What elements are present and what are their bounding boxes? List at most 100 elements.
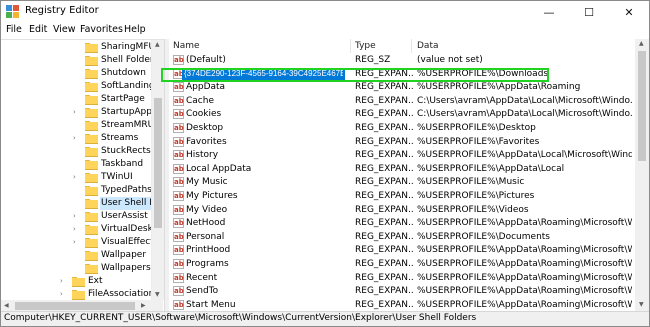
tree-item[interactable]: › StartupAppro xyxy=(1,106,161,119)
list-scroll-thumb[interactable] xyxy=(638,51,646,161)
tree-item-label: TypedPaths xyxy=(101,185,152,195)
tree-item[interactable]: Wallpaper xyxy=(1,249,151,262)
expand-chevron-icon[interactable]: › xyxy=(73,132,76,145)
value-row[interactable]: ab SendTo REG_EXPAN... %USERPROFILE%\AppDat… xyxy=(169,285,634,298)
tree-item[interactable]: › UserAssist xyxy=(1,210,151,223)
scroll-left-arrow-icon[interactable]: ◀ xyxy=(4,302,9,309)
list-vertical-scrollbar[interactable]: ▲ ▼ xyxy=(635,39,649,311)
column-divider[interactable] xyxy=(350,39,351,53)
value-row[interactable]: ab My Music REG_EXPAN... %USERPROFILE%\Musi… xyxy=(169,176,634,189)
expand-chevron-icon[interactable]: › xyxy=(73,210,76,223)
string-value-icon: ab xyxy=(173,150,184,161)
value-row[interactable]: ab AppData REG_EXPAN... %USERPROFILE%\AppDa… xyxy=(169,81,634,94)
scroll-down-arrow-icon[interactable]: ▼ xyxy=(639,301,644,308)
value-name: Desktop xyxy=(186,123,224,133)
menu-favorites[interactable]: Favorites xyxy=(80,24,123,35)
column-divider[interactable] xyxy=(411,39,412,53)
close-button[interactable]: ✕ xyxy=(609,1,649,23)
tree-item[interactable]: › VisualEffects xyxy=(1,236,158,249)
value-name: (Default) xyxy=(186,55,226,65)
tree-item[interactable]: › Streams xyxy=(1,132,151,145)
value-type: REG_SZ xyxy=(355,55,391,65)
tree-item[interactable]: Taskband xyxy=(1,158,151,171)
folder-icon xyxy=(85,199,98,209)
value-row[interactable]: ab PrintHood REG_EXPAN... %USERPROFILE%\App… xyxy=(169,244,634,257)
value-data: %USERPROFILE%\AppData\Roaming\Microsoft\… xyxy=(417,245,632,256)
value-row[interactable]: ab Personal REG_EXPAN... %USERPROFILE%\Docu… xyxy=(169,231,634,244)
maximize-button[interactable]: ☐ xyxy=(569,1,609,23)
tree-item[interactable]: Shutdown xyxy=(1,67,151,80)
tree-item[interactable]: SoftLanding xyxy=(1,80,155,93)
value-row[interactable]: ab Desktop REG_EXPAN... %USERPROFILE%\Deskt… xyxy=(169,122,634,135)
scroll-up-arrow-icon[interactable]: ▲ xyxy=(639,40,644,47)
string-value-icon: ab xyxy=(173,109,184,120)
minimize-button[interactable]: — xyxy=(529,1,569,23)
string-value-icon: ab xyxy=(173,286,184,297)
folder-icon xyxy=(85,160,98,170)
string-value-icon: ab xyxy=(173,95,184,106)
value-row[interactable]: ab My Video REG_EXPAN... %USERPROFILE%\Vide… xyxy=(169,204,634,217)
value-name: History xyxy=(186,150,219,161)
expand-chevron-icon[interactable]: › xyxy=(73,236,76,249)
folder-icon xyxy=(85,95,98,105)
scroll-right-arrow-icon[interactable]: ▶ xyxy=(141,302,146,309)
value-name: Local AppData xyxy=(186,163,252,174)
value-row[interactable]: ab Local AppData REG_EXPAN... %USERPROFILE%… xyxy=(169,163,634,176)
string-value-icon: ab xyxy=(173,136,184,147)
expand-chevron-icon[interactable]: › xyxy=(73,223,76,236)
value-type: REG_EXPAN... xyxy=(355,272,413,283)
value-row[interactable]: ab NetHood REG_EXPAN... %USERPROFILE%\AppDa… xyxy=(169,217,634,230)
tree-item-label: SharingMFU xyxy=(101,42,156,52)
tree-item[interactable]: Shell Folders xyxy=(1,54,158,67)
tree-hscroll-thumb[interactable] xyxy=(15,302,135,310)
column-header-data[interactable]: Data xyxy=(417,39,439,53)
folder-icon xyxy=(85,238,98,248)
tree-item[interactable]: User Shell Fol xyxy=(1,197,164,210)
folder-icon xyxy=(85,173,98,183)
value-type: REG_EXPAN... xyxy=(355,218,413,229)
expand-chevron-icon[interactable]: › xyxy=(73,171,76,184)
tree-item[interactable]: SharingMFU xyxy=(1,41,155,54)
value-type: REG_EXPAN... xyxy=(355,109,413,120)
value-row[interactable]: ab Programs REG_EXPAN... %USERPROFILE%\AppD… xyxy=(169,258,634,271)
tree-item[interactable]: TypedPaths xyxy=(1,184,152,197)
tree-item[interactable]: StartPage xyxy=(1,93,151,106)
tree-item[interactable]: › VirtualDeskto xyxy=(1,223,162,236)
tree-scroll-thumb[interactable] xyxy=(154,98,162,228)
scroll-up-arrow-icon[interactable]: ▲ xyxy=(155,41,160,48)
value-data: %USERPROFILE%\AppData\Roaming\Microsoft\… xyxy=(417,299,632,310)
column-header-name[interactable]: Name xyxy=(173,39,200,53)
value-row[interactable]: ab (Default) REG_SZ (value not set) xyxy=(169,54,634,67)
value-row[interactable]: ab History REG_EXPAN... %USERPROFILE%\AppDa… xyxy=(169,149,634,162)
value-data: %USERPROFILE%\AppData\Roaming xyxy=(417,82,581,93)
menu-edit[interactable]: Edit xyxy=(29,24,47,35)
value-data: %USERPROFILE%\Videos xyxy=(417,204,529,215)
tree-item[interactable]: Wallpapers xyxy=(1,262,151,275)
column-header-type[interactable]: Type xyxy=(355,39,376,53)
expand-chevron-icon[interactable]: › xyxy=(73,106,76,119)
tree-item-label: Shutdown xyxy=(101,68,146,78)
string-value-icon: ab xyxy=(173,231,184,242)
value-row[interactable]: ab Start Menu REG_EXPAN... %USERPROFILE%\Ap… xyxy=(169,299,634,311)
value-row[interactable]: ab Cache REG_EXPAN... C:\Users\avram\AppDat… xyxy=(169,95,634,108)
value-row[interactable]: ab Recent REG_EXPAN... %USERPROFILE%\AppDat… xyxy=(169,272,634,285)
menu-view[interactable]: View xyxy=(53,24,76,35)
tree-item[interactable]: › TWinUI xyxy=(1,171,151,184)
value-row[interactable]: ab My Pictures REG_EXPAN... %USERPROFILE%\P… xyxy=(169,190,634,203)
registry-key-tree[interactable]: SharingMFU Shell Folders Shutdown SoftLandi… xyxy=(1,39,164,312)
menu-help[interactable]: Help xyxy=(124,24,146,35)
tree-item[interactable]: StuckRects3 xyxy=(1,145,156,158)
menu-file[interactable]: File xyxy=(6,24,22,35)
value-row[interactable]: ab Cookies REG_EXPAN... C:\Users\avram\AppD… xyxy=(169,108,634,121)
value-type: REG_EXPAN... xyxy=(355,177,413,188)
expand-chevron-icon[interactable]: › xyxy=(60,275,63,288)
value-data: C:\Users\avram\AppData\Local\Microsoft\W… xyxy=(417,95,632,106)
scroll-down-arrow-icon[interactable]: ▼ xyxy=(155,291,160,298)
value-row[interactable]: ab Favorites REG_EXPAN... %USERPROFILE%\Fav… xyxy=(169,136,634,149)
value-name: PrintHood xyxy=(186,245,231,256)
value-name: Cookies xyxy=(186,109,222,120)
tree-item[interactable]: StreamMRU xyxy=(1,119,154,132)
title-bar: Registry Editor — ☐ ✕ xyxy=(1,1,649,23)
tree-item[interactable]: › Ext xyxy=(1,275,151,288)
folder-icon xyxy=(85,147,98,157)
